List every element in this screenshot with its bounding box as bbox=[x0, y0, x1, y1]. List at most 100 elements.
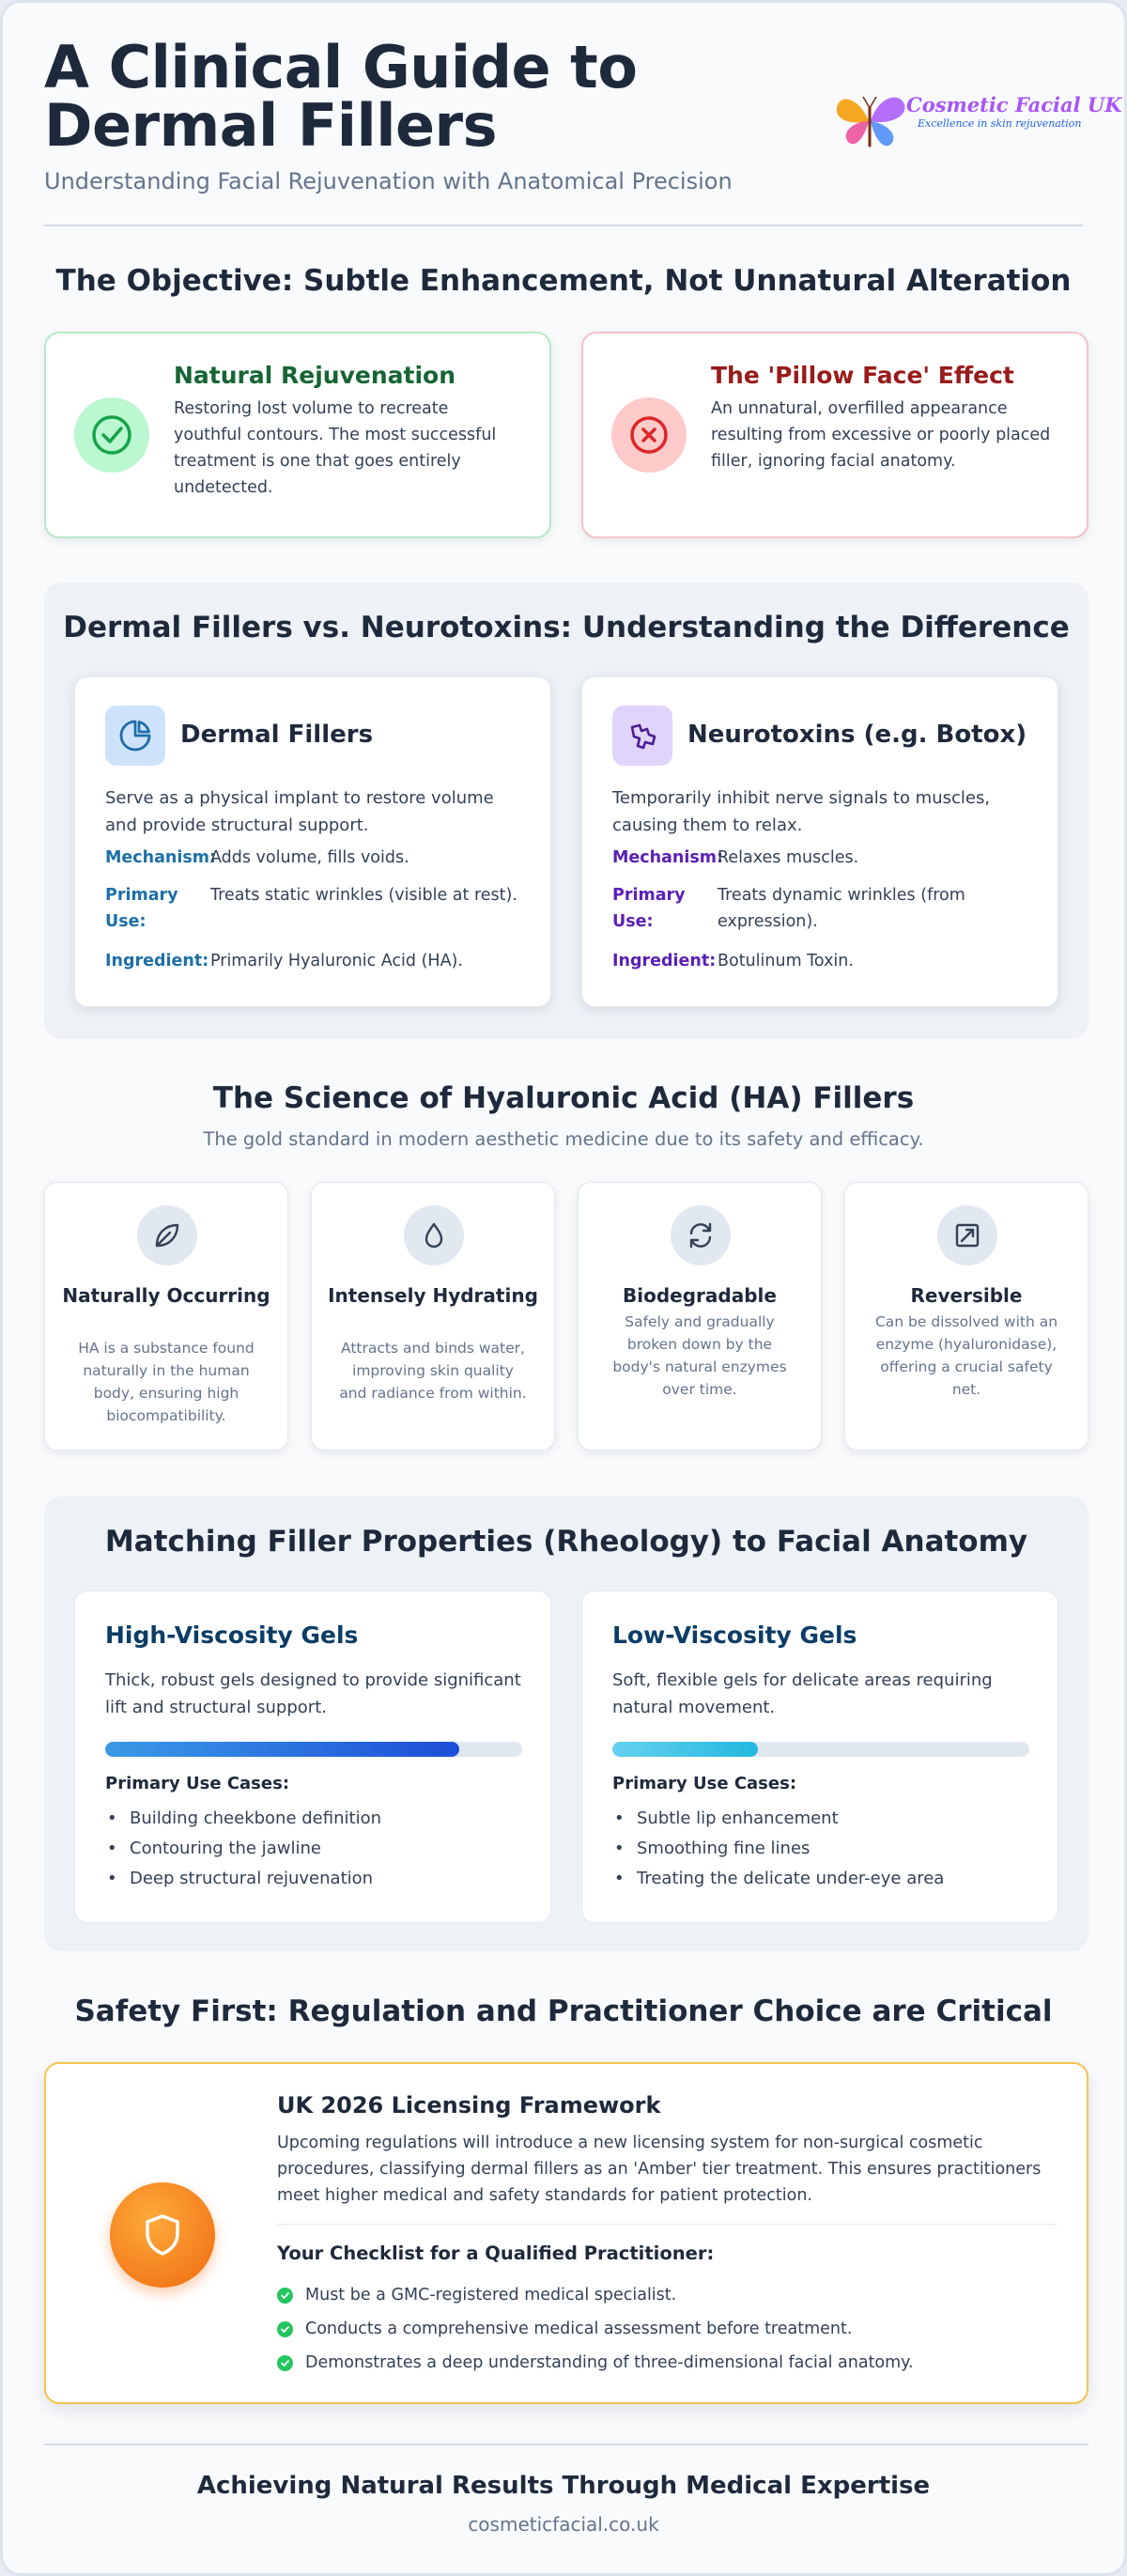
page-title: A Clinical Guide to Dermal Fillers bbox=[44, 33, 638, 160]
mechanism-row: Mechanism: Relaxes muscles. bbox=[612, 845, 1035, 873]
ha-property-card: Naturally Occurring HA is a substance fo… bbox=[44, 1182, 288, 1451]
refresh-icon bbox=[671, 1205, 731, 1265]
card-heading: High-Viscosity Gels bbox=[105, 1622, 359, 1649]
footer-divider bbox=[44, 2444, 1088, 2445]
check-circle-icon bbox=[74, 397, 149, 473]
logo-name: Cosmetic Facial UK bbox=[906, 93, 1122, 116]
ha-property-card: Biodegradable Safely and gradually broke… bbox=[578, 1182, 822, 1451]
checklist-item: Must be a GMC-registered medical special… bbox=[277, 2278, 1057, 2312]
butterfly-icon bbox=[836, 96, 905, 147]
check-icon bbox=[277, 2321, 293, 2337]
list-item: Subtle lip enhancement bbox=[612, 1804, 1035, 1834]
checklist-title: Your Checklist for a Qualified Practitio… bbox=[277, 2242, 715, 2264]
checklist-item: Demonstrates a deep understanding of thr… bbox=[277, 2346, 1057, 2380]
card-text: Restoring lost volume to recreate youthf… bbox=[174, 399, 497, 497]
card-heading: UK 2026 Licensing Framework bbox=[277, 2092, 661, 2118]
card-text: Can be dissolved with an enzyme (hyaluro… bbox=[874, 1313, 1058, 1398]
mechanism-row: Mechanism: Adds volume, fills voids. bbox=[105, 845, 528, 873]
ingredient-row: Ingredient: Primarily Hyaluronic Acid (H… bbox=[105, 948, 528, 976]
row-key: Ingredient: bbox=[612, 952, 717, 970]
card-heading: Reversible bbox=[910, 1284, 1023, 1307]
pie-chart-icon bbox=[105, 706, 165, 766]
logo: Cosmetic Facial UK Excellence in skin re… bbox=[831, 80, 1122, 159]
puzzle-icon bbox=[612, 706, 672, 766]
low-viscosity-card: Low-Viscosity Gels Soft, flexible gels f… bbox=[581, 1591, 1058, 1923]
card-description: Temporarily inhibit nerve signals to mus… bbox=[612, 788, 991, 835]
checklist-text: Must be a GMC-registered medical special… bbox=[305, 2286, 677, 2304]
card-heading: Intensely Hydrating bbox=[328, 1284, 538, 1307]
viscosity-bar-fill bbox=[105, 1742, 460, 1757]
divider bbox=[277, 2224, 1057, 2225]
check-icon bbox=[277, 2355, 293, 2371]
pillow-face-card: The 'Pillow Face' Effect An unnatural, o… bbox=[581, 332, 1088, 538]
ha-property-card: Intensely Hydrating Attracts and binds w… bbox=[311, 1182, 555, 1451]
card-text: Safely and gradually broken down by the … bbox=[612, 1313, 787, 1398]
row-key: Primary Use: bbox=[612, 886, 686, 931]
comparison-section: Dermal Fillers vs. Neurotoxins: Understa… bbox=[44, 582, 1088, 1039]
card-description: Soft, flexible gels for delicate areas r… bbox=[612, 1670, 993, 1717]
objective-title: The Objective: Subtle Enhancement, Not U… bbox=[55, 264, 1072, 298]
checklist-text: Demonstrates a deep understanding of thr… bbox=[305, 2353, 914, 2372]
science-title: The Science of Hyaluronic Acid (HA) Fill… bbox=[212, 1081, 915, 1115]
science-subtitle: The gold standard in modern aesthetic me… bbox=[203, 1128, 924, 1150]
row-value: Botulinum Toxin. bbox=[718, 952, 854, 970]
card-description: Serve as a physical implant to restore v… bbox=[105, 788, 494, 835]
viscosity-bar bbox=[612, 1742, 1029, 1757]
row-value: Treats static wrinkles (visible at rest)… bbox=[210, 886, 517, 905]
card-heading: Low-Viscosity Gels bbox=[612, 1622, 857, 1649]
row-key: Mechanism: bbox=[105, 848, 217, 867]
row-value: Relaxes muscles. bbox=[718, 848, 859, 867]
droplet-icon bbox=[404, 1205, 464, 1265]
list-item: Treating the delicate under-eye area bbox=[612, 1864, 1035, 1894]
undo-arrow-icon bbox=[937, 1205, 997, 1265]
dermal-fillers-card: Dermal Fillers Serve as a physical impla… bbox=[74, 676, 551, 1007]
viscosity-bar bbox=[105, 1742, 522, 1757]
row-key: Primary Use: bbox=[105, 886, 178, 931]
card-text: Attracts and binds water, improving skin… bbox=[339, 1340, 527, 1402]
row-value: Treats dynamic wrinkles (from expression… bbox=[718, 886, 965, 931]
card-heading: Dermal Fillers bbox=[180, 721, 374, 749]
list-item: Deep structural rejuvenation bbox=[105, 1864, 528, 1894]
row-value: Primarily Hyaluronic Acid (HA). bbox=[210, 952, 463, 970]
card-heading: Biodegradable bbox=[623, 1284, 777, 1307]
row-value: Adds volume, fills voids. bbox=[210, 848, 409, 867]
viscosity-bar-fill bbox=[612, 1742, 759, 1757]
list-item: Smoothing fine lines bbox=[612, 1834, 1035, 1864]
primary-use-row: Primary Use: Treats dynamic wrinkles (fr… bbox=[612, 882, 1035, 935]
uses-label: Primary Use Cases: bbox=[612, 1774, 797, 1793]
rheology-title: Matching Filler Properties (Rheology) to… bbox=[104, 1525, 1028, 1559]
row-key: Mechanism: bbox=[612, 848, 724, 867]
page-subtitle: Understanding Facial Rejuvenation with A… bbox=[44, 168, 733, 194]
check-icon bbox=[277, 2288, 293, 2304]
infographic-page: A Clinical Guide to Dermal Fillers Under… bbox=[0, 0, 1127, 2576]
row-key: Ingredient: bbox=[105, 952, 209, 970]
card-heading: The 'Pillow Face' Effect bbox=[711, 362, 1014, 389]
shield-icon bbox=[110, 2182, 215, 2288]
rheology-section: Matching Filler Properties (Rheology) to… bbox=[44, 1497, 1088, 1951]
list-item: Contouring the jawline bbox=[105, 1834, 528, 1864]
uses-label: Primary Use Cases: bbox=[105, 1774, 290, 1793]
x-circle-icon bbox=[611, 397, 687, 473]
high-viscosity-card: High-Viscosity Gels Thick, robust gels d… bbox=[74, 1591, 551, 1923]
uses-list: Subtle lip enhancement Smoothing fine li… bbox=[612, 1804, 1035, 1894]
comparison-title: Dermal Fillers vs. Neurotoxins: Understa… bbox=[63, 611, 1070, 644]
neurotoxins-card: Neurotoxins (e.g. Botox) Temporarily inh… bbox=[581, 676, 1058, 1007]
leaf-icon bbox=[137, 1205, 197, 1265]
header: A Clinical Guide to Dermal Fillers Under… bbox=[44, 3, 1122, 226]
safety-title: Safety First: Regulation and Practitione… bbox=[74, 1994, 1053, 2028]
ingredient-row: Ingredient: Botulinum Toxin. bbox=[612, 948, 1035, 976]
card-heading: Neurotoxins (e.g. Botox) bbox=[687, 721, 1027, 749]
logo-tagline: Excellence in skin rejuvenation bbox=[918, 117, 1082, 130]
card-description: Thick, robust gels designed to provide s… bbox=[105, 1670, 521, 1717]
list-item: Building cheekbone definition bbox=[105, 1804, 528, 1834]
card-text: HA is a substance found naturally in the… bbox=[78, 1340, 255, 1424]
ha-property-card: Reversible Can be dissolved with an enzy… bbox=[844, 1182, 1088, 1451]
checklist-item: Conducts a comprehensive medical assessm… bbox=[277, 2312, 1057, 2346]
primary-use-row: Primary Use: Treats static wrinkles (vis… bbox=[105, 882, 528, 935]
uses-list: Building cheekbone definition Contouring… bbox=[105, 1804, 528, 1894]
card-description: Upcoming regulations will introduce a ne… bbox=[277, 2134, 1042, 2205]
card-text: An unnatural, overfilled appearance resu… bbox=[711, 399, 1051, 471]
card-heading: Naturally Occurring bbox=[62, 1284, 270, 1307]
natural-rejuvenation-card: Natural Rejuvenation Restoring lost volu… bbox=[44, 332, 551, 538]
footer-url: cosmeticfacial.co.uk bbox=[468, 2513, 659, 2536]
